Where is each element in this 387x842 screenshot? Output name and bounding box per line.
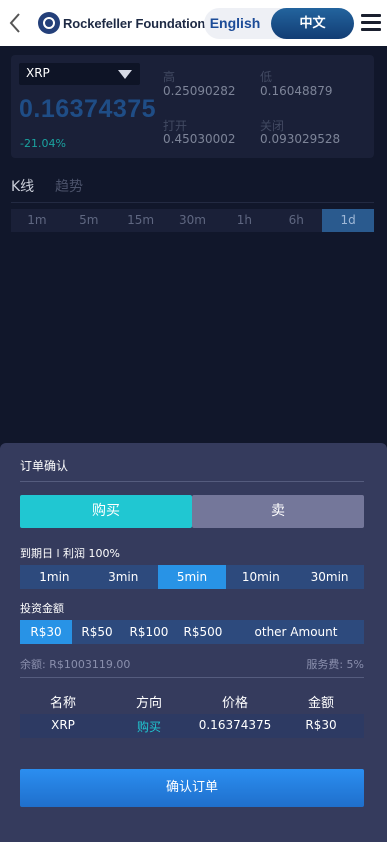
amount-30[interactable]: R$30 [20,620,72,644]
symbol-select[interactable]: XRP [19,63,140,85]
amount-50[interactable]: R$50 [72,620,122,644]
timeframe-1m[interactable]: 1m [11,209,63,232]
balance-text: 余额: R$1003119.00 [20,658,131,671]
amount-500[interactable]: R$500 [176,620,230,644]
cell-price: 0.16374375 [198,718,272,732]
timeframe-6h[interactable]: 6h [270,209,322,232]
language-switch: English 中文 [204,8,354,39]
buy-button[interactable]: 购买 [20,495,192,528]
timeframe-30m[interactable]: 30m [167,209,219,232]
period-label: 到期日 l 利润 100% [20,547,120,560]
cell-name: XRP [51,718,75,732]
symbol-value: XRP [26,66,50,80]
divider [20,481,364,482]
back-chevron-icon[interactable] [6,11,26,35]
amount-100[interactable]: R$100 [122,620,176,644]
table-row: XRP 购买 0.16374375 R$30 [20,714,364,738]
high-label: 高 [163,70,176,84]
col-header-direction: 方向 [135,696,163,711]
col-header-name: 名称 [49,696,77,711]
high-value: 0.25090282 [163,84,236,98]
tab-divider [11,202,374,203]
period-5min[interactable]: 5min [157,565,227,589]
low-label: 低 [260,70,273,84]
tab-kline[interactable]: K线 [11,176,34,196]
caret-down-icon [118,70,132,79]
price-change: -21.04% [20,137,66,150]
tab-trend[interactable]: 趋势 [55,176,83,196]
fee-text: 服务费: 5% [306,658,364,671]
period-10min[interactable]: 10min [226,565,295,589]
ticker-card: XRP 0.16374375 -21.04% 高 0.25090282 低 0.… [11,55,374,158]
timeframe-15m[interactable]: 15m [115,209,167,232]
period-selector: 1min 3min 5min 10min 30min [20,565,364,589]
col-header-price: 价格 [221,696,249,711]
order-sheet: 订单确认 购买 卖 到期日 l 利润 100% 1min 3min 5min 1… [0,443,387,842]
timeframe-bar: 1m 5m 15m 30m 1h 6h 1d [11,209,375,232]
hamburger-menu-icon[interactable] [361,14,381,32]
timeframe-5m[interactable]: 5m [63,209,115,232]
amount-other[interactable]: other Amount [242,620,350,644]
logo-icon [38,12,60,34]
cell-amount: R$30 [305,718,337,732]
period-30min[interactable]: 30min [295,565,364,589]
confirm-order-button[interactable]: 确认订单 [20,769,364,807]
period-1min[interactable]: 1min [20,565,89,589]
top-header: Rockefeller Foundation English 中文 [0,0,387,46]
timeframe-1h[interactable]: 1h [218,209,270,232]
timeframe-1d[interactable]: 1d [322,209,375,232]
open-value: 0.45030002 [163,132,236,146]
cell-direction: 购买 [136,720,162,734]
lang-chinese-button[interactable]: 中文 [271,8,354,39]
period-3min[interactable]: 3min [89,565,158,589]
amount-selector: R$30 R$50 R$100 R$500 other Amount [20,620,364,644]
brand-name: Rockefeller Foundation [63,15,206,31]
divider [20,677,364,678]
close-value: 0.093029528 [260,132,341,146]
current-price: 0.16374375 [19,95,157,123]
col-header-amount: 金额 [307,696,335,711]
low-value: 0.16048879 [260,84,333,98]
sell-button[interactable]: 卖 [192,495,364,528]
brand[interactable]: Rockefeller Foundation [38,12,205,34]
order-title: 订单确认 [20,459,69,473]
lang-english-button[interactable]: English [204,8,266,39]
amount-label: 投资金额 [20,602,64,615]
